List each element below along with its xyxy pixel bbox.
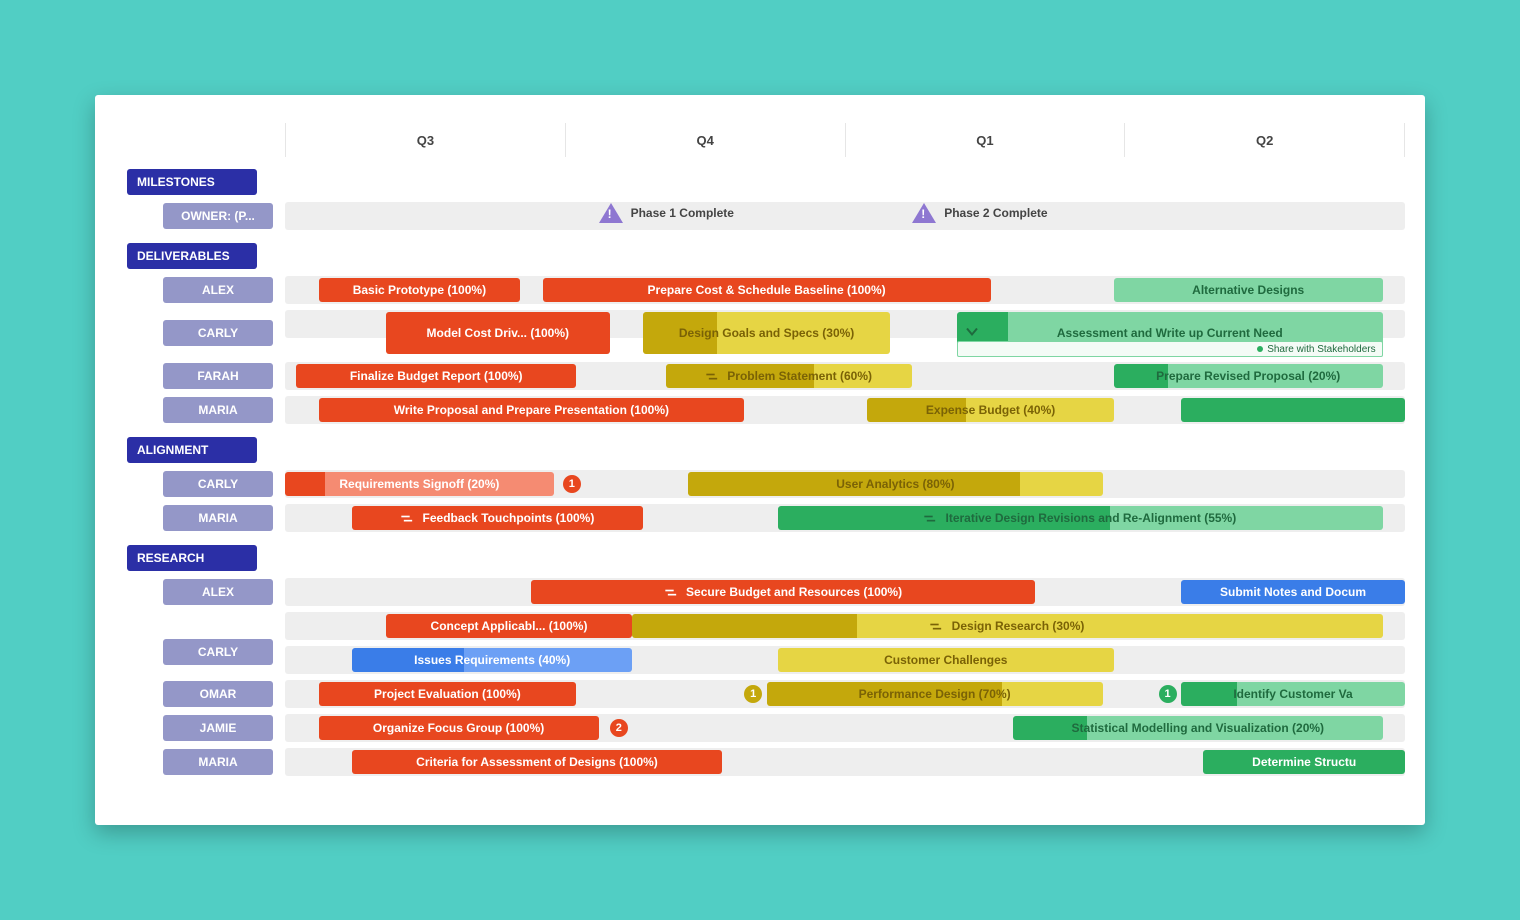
- task-bar[interactable]: Submit Notes and Docum: [1181, 580, 1405, 604]
- timeline-row[interactable]: Finalize Budget Report (100%) Problem St…: [285, 359, 1405, 393]
- task-bar[interactable]: Secure Budget and Resources (100%): [531, 580, 1035, 604]
- task-label: Iterative Design Revisions and Re-Alignm…: [916, 511, 1244, 525]
- owner-label[interactable]: CARLY: [163, 320, 273, 346]
- quarter-header: Q2: [1125, 123, 1405, 157]
- task-bar[interactable]: Expense Budget (40%): [867, 398, 1113, 422]
- task-label: Secure Budget and Resources (100%): [657, 585, 910, 599]
- task-label: Expense Budget (40%): [918, 403, 1063, 417]
- timeline-row[interactable]: Basic Prototype (100%) Prepare Cost & Sch…: [285, 273, 1405, 307]
- section-header[interactable]: RESEARCH: [127, 545, 257, 571]
- task-label: Determine Structu: [1244, 755, 1364, 769]
- task-label: Design Research (30%): [922, 619, 1092, 633]
- task-label: Prepare Cost & Schedule Baseline (100%): [640, 283, 894, 297]
- task-bar[interactable]: Determine Structu: [1203, 750, 1405, 774]
- task-bar[interactable]: Organize Focus Group (100%): [319, 716, 599, 740]
- task-label: Criteria for Assessment of Designs (100%…: [408, 755, 666, 769]
- task-label: Submit Notes and Docum: [1212, 585, 1374, 599]
- task-label: Customer Challenges: [876, 653, 1015, 667]
- task-bar[interactable]: Statistical Modelling and Visualization …: [1013, 716, 1383, 740]
- task-bar[interactable]: Basic Prototype (100%): [319, 278, 521, 302]
- task-label: Basic Prototype (100%): [345, 283, 494, 297]
- task-bar[interactable]: [1181, 398, 1405, 422]
- task-label: Organize Focus Group (100%): [365, 721, 552, 735]
- timeline-row[interactable]: Write Proposal and Prepare Presentation …: [285, 393, 1405, 427]
- owner-label[interactable]: ALEX: [163, 579, 273, 605]
- count-badge[interactable]: 2: [610, 719, 628, 737]
- task-bar[interactable]: Problem Statement (60%): [666, 364, 912, 388]
- task-bar[interactable]: Prepare Revised Proposal (20%): [1114, 364, 1383, 388]
- task-bar[interactable]: Model Cost Driv... (100%): [386, 312, 610, 354]
- task-bar[interactable]: Design Goals and Specs (30%): [643, 312, 889, 354]
- owner-label[interactable]: OWNER: (P...: [163, 203, 273, 229]
- task-bar[interactable]: Finalize Budget Report (100%): [296, 364, 576, 388]
- section-header[interactable]: MILESTONES: [127, 169, 257, 195]
- subtask-bar[interactable]: Share with Stakeholders: [957, 341, 1383, 357]
- owner-label[interactable]: CARLY: [163, 471, 273, 497]
- task-bar[interactable]: User Analytics (80%): [688, 472, 1102, 496]
- task-bar[interactable]: Iterative Design Revisions and Re-Alignm…: [778, 506, 1383, 530]
- task-bar[interactable]: Write Proposal and Prepare Presentation …: [319, 398, 745, 422]
- task-label: Requirements Signoff (20%): [331, 477, 507, 491]
- task-label: Finalize Budget Report (100%): [342, 369, 531, 383]
- chevron-down-icon[interactable]: [965, 325, 979, 342]
- timeline-row[interactable]: Model Cost Driv... (100%) Design Goals an…: [285, 307, 1405, 359]
- owner-label[interactable]: FARAH: [163, 363, 273, 389]
- section-header[interactable]: ALIGNMENT: [127, 437, 257, 463]
- task-bar[interactable]: Design Research (30%): [632, 614, 1382, 638]
- task-label: Feedback Touchpoints (100%): [393, 511, 602, 525]
- task-bar[interactable]: Customer Challenges: [778, 648, 1114, 672]
- task-label: User Analytics (80%): [828, 477, 962, 491]
- quarter-header: Q1: [846, 123, 1126, 157]
- task-bar[interactable]: Performance Design (70%): [767, 682, 1103, 706]
- milestone-warning-icon: [912, 203, 936, 223]
- owner-label[interactable]: CARLY: [163, 639, 273, 665]
- timeline-row[interactable]: Requirements Signoff (20%) User Analytics…: [285, 467, 1405, 501]
- task-label: Statistical Modelling and Visualization …: [1064, 721, 1333, 735]
- task-label: Problem Statement (60%): [698, 369, 880, 383]
- task-bar[interactable]: Project Evaluation (100%): [319, 682, 577, 706]
- task-bar[interactable]: Identify Customer Va: [1181, 682, 1405, 706]
- timeline-row[interactable]: Phase 1 Complete Phase 2 Complete: [285, 199, 1405, 233]
- task-bar[interactable]: Feedback Touchpoints (100%): [352, 506, 643, 530]
- task-label: Write Proposal and Prepare Presentation …: [386, 403, 677, 417]
- count-badge[interactable]: 1: [1159, 685, 1177, 703]
- milestone[interactable]: Phase 1 Complete: [599, 203, 734, 223]
- owner-label[interactable]: MARIA: [163, 397, 273, 423]
- milestone-label: Phase 1 Complete: [631, 206, 734, 220]
- milestone[interactable]: Phase 2 Complete: [912, 203, 1047, 223]
- quarter-header: Q3: [286, 123, 566, 157]
- timeline-row[interactable]: Criteria for Assessment of Designs (100%…: [285, 745, 1405, 779]
- task-label: Assessment and Write up Current Need: [1049, 326, 1291, 340]
- owner-label[interactable]: JAMIE: [163, 715, 273, 741]
- task-label: Model Cost Driv... (100%): [419, 326, 577, 340]
- task-label: Project Evaluation (100%): [366, 687, 529, 701]
- owner-label[interactable]: MARIA: [163, 505, 273, 531]
- owner-label[interactable]: MARIA: [163, 749, 273, 775]
- gantt-canvas: Q3Q4Q1Q2 MILESTONES OWNER: (P... Phase 1 Co…: [95, 95, 1425, 825]
- task-bar[interactable]: Alternative Designs: [1114, 278, 1383, 302]
- task-label: Design Goals and Specs (30%): [671, 326, 862, 340]
- count-badge[interactable]: 1: [563, 475, 581, 493]
- milestone-warning-icon: [599, 203, 623, 223]
- task-bar[interactable]: Requirements Signoff (20%): [285, 472, 554, 496]
- task-label: Concept Applicabl... (100%): [423, 619, 596, 633]
- task-label: Prepare Revised Proposal (20%): [1148, 369, 1348, 383]
- task-label: Issues Requirements (40%): [406, 653, 578, 667]
- task-bar[interactable]: Criteria for Assessment of Designs (100%…: [352, 750, 722, 774]
- timeline-row[interactable]: Feedback Touchpoints (100%) Iterative De…: [285, 501, 1405, 535]
- owner-label[interactable]: OMAR: [163, 681, 273, 707]
- task-label: Alternative Designs: [1184, 283, 1312, 297]
- timeline-row[interactable]: Organize Focus Group (100%) Statistical M…: [285, 711, 1405, 745]
- gantt-chart: Q3Q4Q1Q2 MILESTONES OWNER: (P... Phase 1 Co…: [113, 123, 1405, 785]
- quarter-header: Q4: [566, 123, 846, 157]
- timeline-row[interactable]: Concept Applicabl... (100%) Design Resea…: [285, 609, 1405, 677]
- task-label: Identify Customer Va: [1225, 687, 1360, 701]
- timeline-row[interactable]: Secure Budget and Resources (100%) Submit…: [285, 575, 1405, 609]
- task-label: Performance Design (70%): [851, 687, 1019, 701]
- section-header[interactable]: DELIVERABLES: [127, 243, 257, 269]
- timeline-row[interactable]: Project Evaluation (100%) Performance Des…: [285, 677, 1405, 711]
- task-bar[interactable]: Prepare Cost & Schedule Baseline (100%): [543, 278, 991, 302]
- milestone-label: Phase 2 Complete: [944, 206, 1047, 220]
- owner-label[interactable]: ALEX: [163, 277, 273, 303]
